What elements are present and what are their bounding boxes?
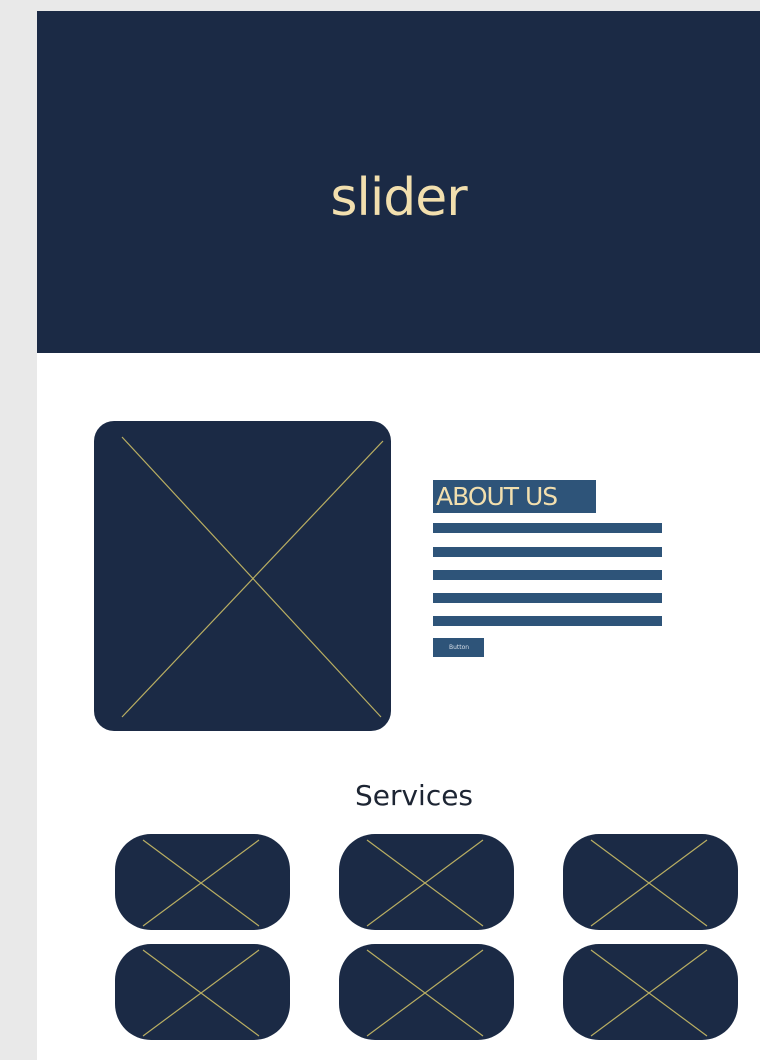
service-card-placeholder-icon[interactable] [339, 834, 514, 930]
service-card-placeholder-icon[interactable] [563, 944, 738, 1040]
page-canvas: slider ABOUT US Button Services [37, 11, 760, 1060]
about-text-line [433, 616, 662, 626]
about-image-placeholder-icon [94, 421, 391, 731]
about-text-line [433, 523, 662, 533]
about-us-heading: ABOUT US [433, 480, 596, 513]
about-button[interactable]: Button [433, 638, 484, 657]
service-card-placeholder-icon[interactable] [563, 834, 738, 930]
hero-title: slider [330, 168, 467, 228]
about-text-line [433, 547, 662, 557]
service-card-placeholder-icon[interactable] [115, 834, 290, 930]
service-card-placeholder-icon[interactable] [115, 944, 290, 1040]
hero-slider[interactable]: slider [37, 11, 760, 353]
about-text-line [433, 593, 662, 603]
about-text-line [433, 570, 662, 580]
service-card-placeholder-icon[interactable] [339, 944, 514, 1040]
services-heading: Services [354, 779, 474, 812]
